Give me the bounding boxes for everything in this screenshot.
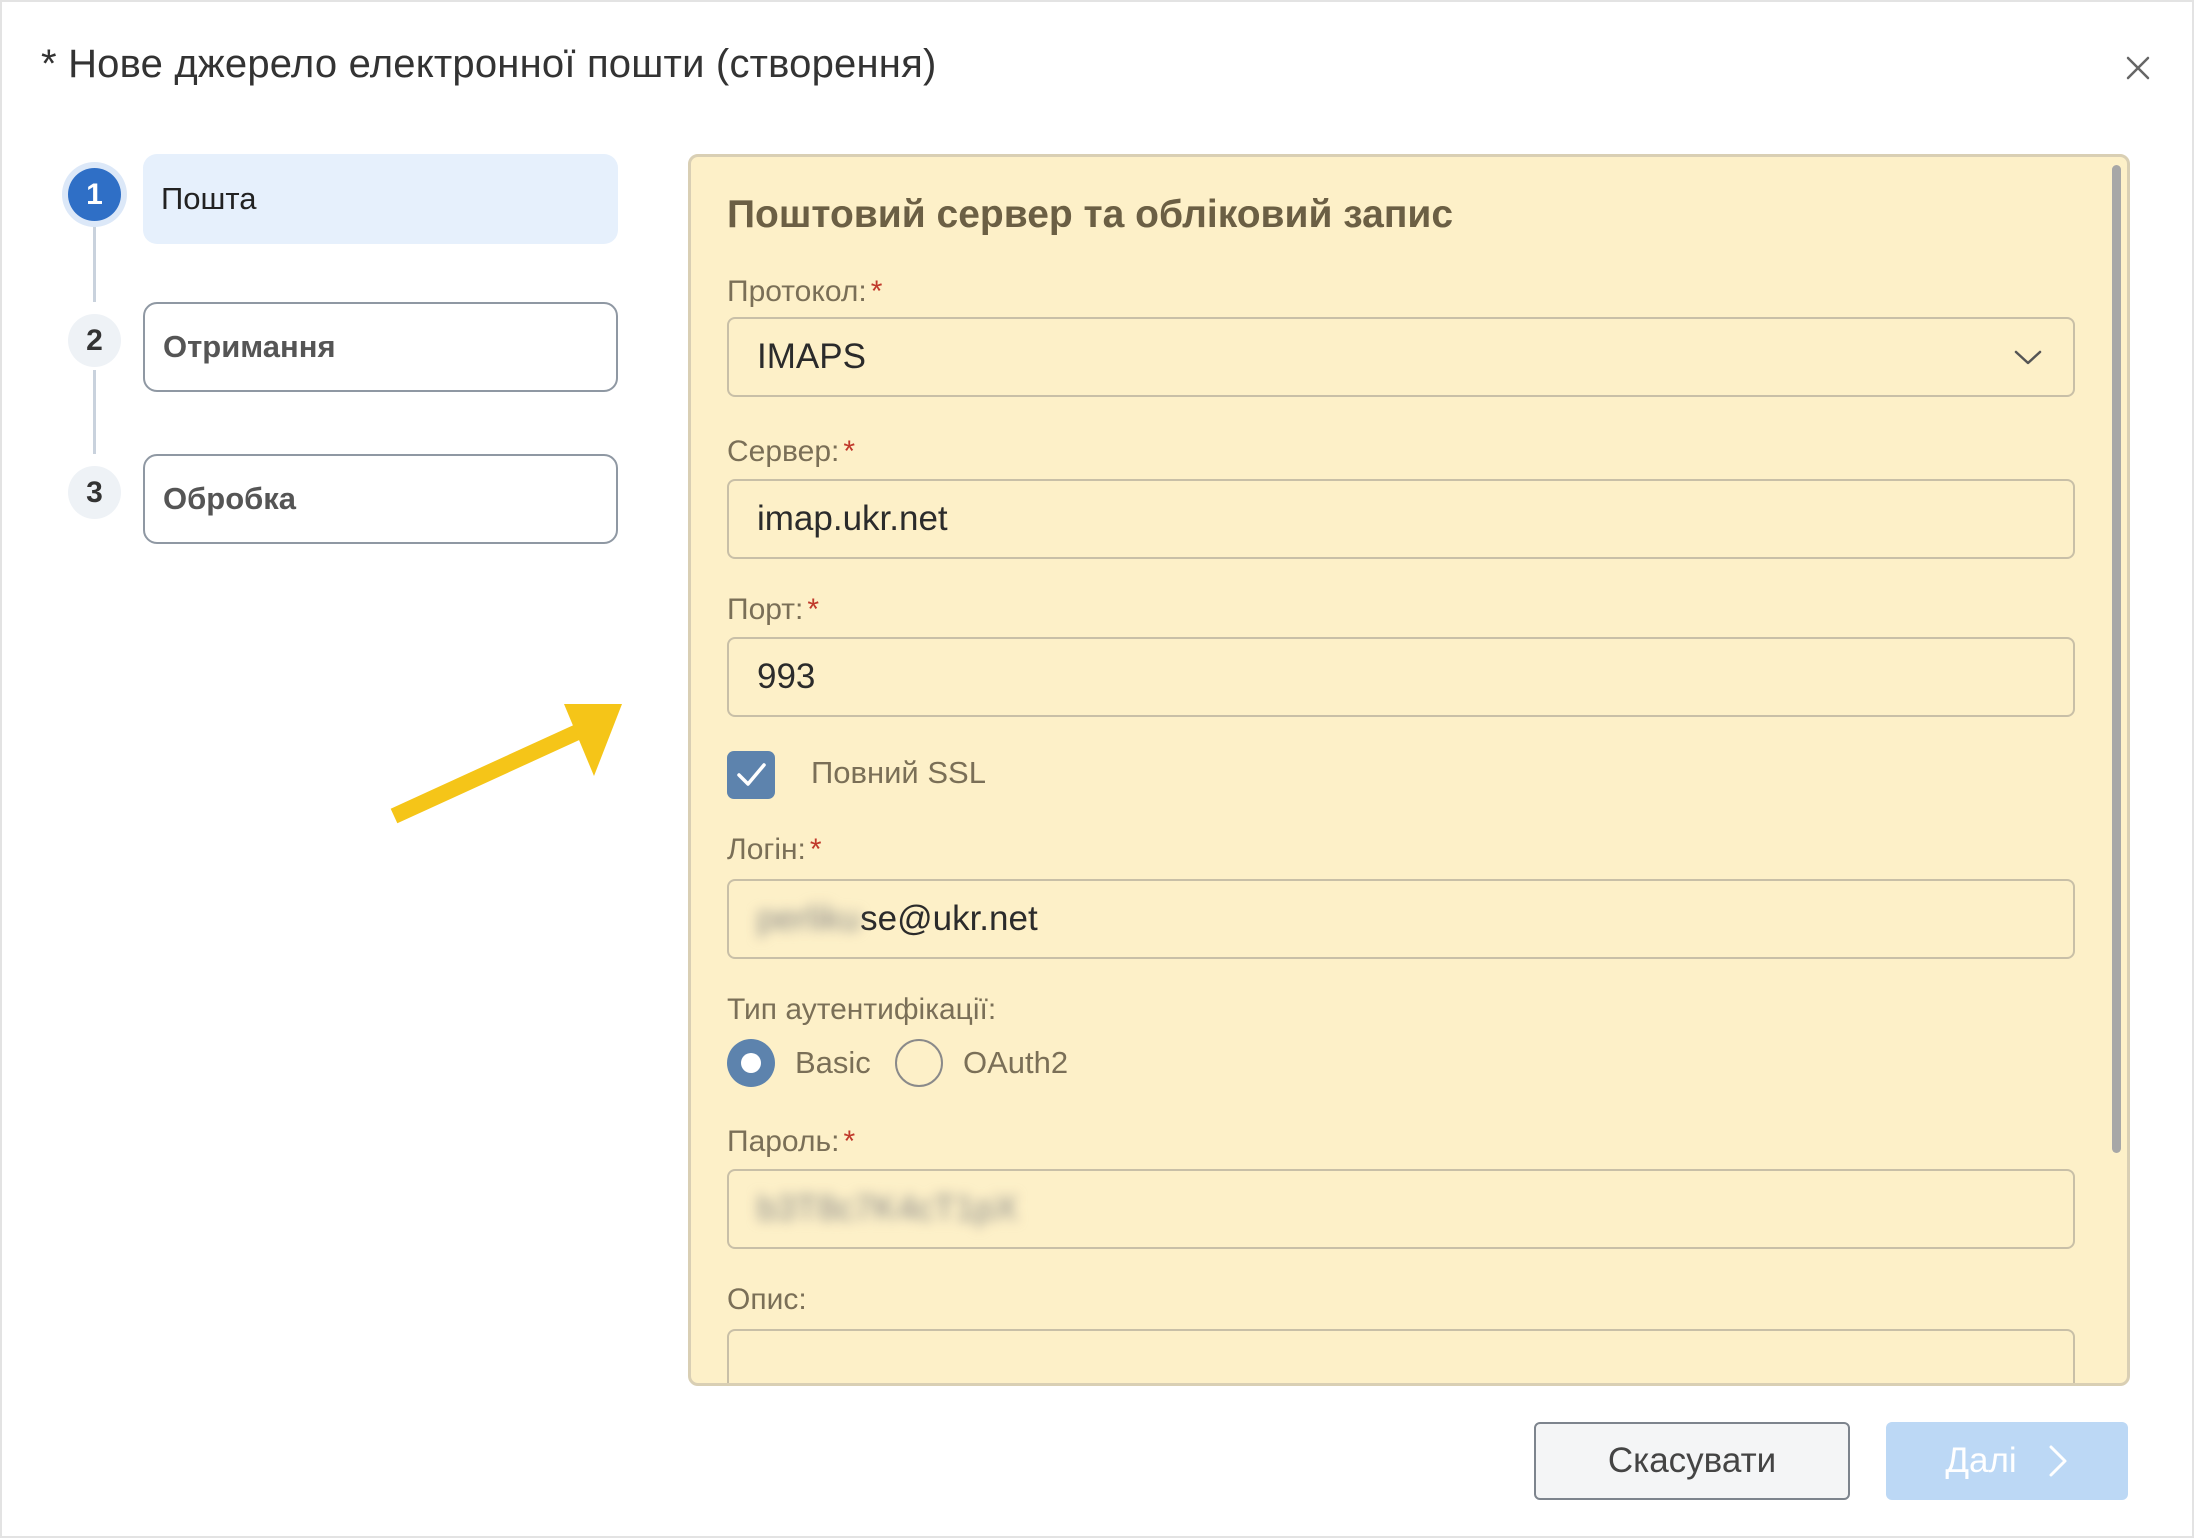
step-label: Обробка	[163, 481, 297, 516]
next-button[interactable]: Далі	[1886, 1422, 2128, 1500]
email-source-dialog: * Нове джерело електронної пошти (створе…	[0, 0, 2194, 1538]
port-input[interactable]: 993	[727, 637, 2075, 717]
close-icon[interactable]	[2120, 50, 2156, 86]
panel-scrollbar[interactable]	[2112, 165, 2121, 1153]
step-label: Пошта	[161, 181, 257, 216]
description-label: Опис:	[727, 1283, 807, 1316]
cancel-button-label: Скасувати	[1607, 1441, 1777, 1480]
server-value: imap.ukr.net	[757, 499, 948, 538]
password-label: Пароль: *	[727, 1125, 856, 1158]
protocol-label: Протокол: *	[727, 275, 883, 308]
login-label: Логін: *	[727, 833, 822, 866]
login-value-blurred: perliku	[757, 899, 861, 938]
password-input[interactable]: b3T8c7K4cT1pX	[727, 1169, 2075, 1249]
step-mail[interactable]: Пошта	[143, 154, 618, 244]
step-number-3: 3	[68, 466, 121, 519]
step-label: Отримання	[163, 329, 336, 364]
annotation-arrow-icon	[390, 704, 622, 824]
mail-settings-panel: Поштовий сервер та обліковий запис Прото…	[688, 154, 2130, 1386]
auth-basic-radio[interactable]	[727, 1039, 775, 1087]
login-input[interactable]: perliku se@ukr.net	[727, 879, 2075, 959]
checkmark-icon	[737, 763, 766, 786]
auth-oauth2-label: OAuth2	[963, 1045, 1069, 1080]
full-ssl-checkbox[interactable]	[727, 751, 775, 799]
auth-oauth2-radio[interactable]	[895, 1039, 943, 1087]
step-number-1: 1	[68, 168, 121, 221]
full-ssl-label: Повний SSL	[811, 755, 986, 790]
auth-basic-label: Basic	[795, 1045, 871, 1080]
password-value-blurred: b3T8c7K4cT1pX	[757, 1189, 1018, 1228]
step-number-2: 2	[68, 314, 121, 367]
step-receiving[interactable]: Отримання	[143, 302, 618, 392]
step-connector	[93, 220, 96, 302]
chevron-down-icon	[2014, 350, 2042, 365]
server-input[interactable]: imap.ukr.net	[727, 479, 2075, 559]
protocol-select[interactable]: IMAPS	[727, 317, 2075, 397]
port-value: 993	[757, 657, 816, 696]
description-textarea[interactable]	[727, 1329, 2075, 1383]
chevron-right-icon	[2049, 1445, 2067, 1477]
server-label: Сервер: *	[727, 435, 856, 468]
port-label: Порт: *	[727, 593, 820, 626]
cancel-button[interactable]: Скасувати	[1534, 1422, 1850, 1500]
section-title: Поштовий сервер та обліковий запис	[727, 193, 1454, 236]
protocol-value: IMAPS	[757, 337, 866, 376]
next-button-label: Далі	[1945, 1441, 2017, 1480]
step-processing[interactable]: Обробка	[143, 454, 618, 544]
auth-type-label: Тип аутентифікації:	[727, 993, 997, 1026]
login-value: se@ukr.net	[860, 899, 1038, 938]
step-connector	[93, 370, 96, 454]
dialog-title: * Нове джерело електронної пошти (створе…	[41, 42, 937, 86]
